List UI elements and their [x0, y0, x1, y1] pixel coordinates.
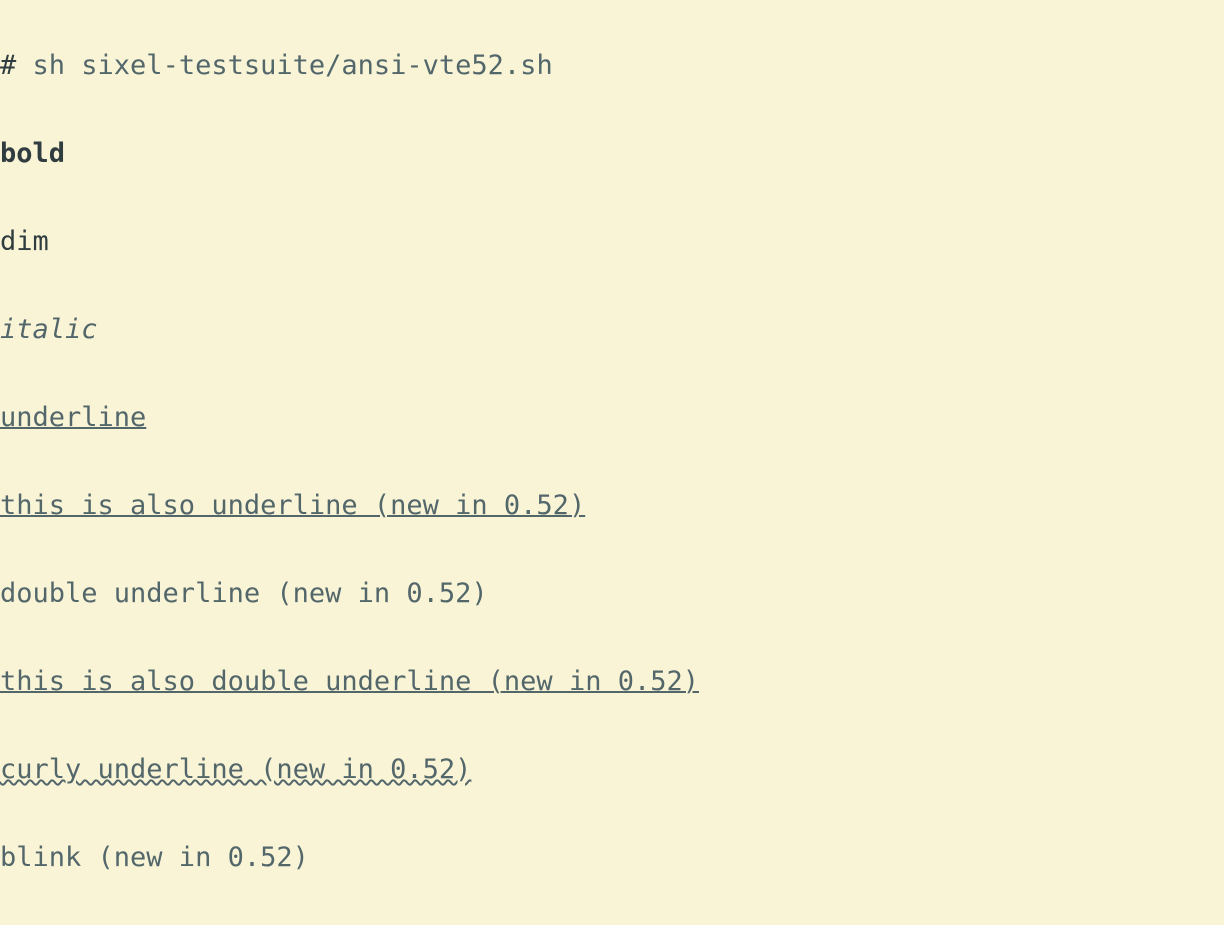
line-double-underline: double underline (new in 0.52): [0, 572, 1224, 616]
terminal-output: # sh sixel-testsuite/ansi-vte52.sh bold …: [0, 0, 1224, 925]
line-blink: blink (new in 0.52): [0, 836, 1224, 880]
line-bold: bold: [0, 132, 1224, 176]
also-double-underline-text: this is also double underline (new in 0.…: [0, 666, 699, 697]
line-curly-underline: curly underline (new in 0.52): [0, 748, 1224, 792]
line-italic: italic: [0, 308, 1224, 352]
line-also-underline: this is also underline (new in 0.52): [0, 484, 1224, 528]
command-text: sh sixel-testsuite/ansi-vte52.sh: [16, 50, 552, 81]
curly-underline-text: curly underline (new in 0.52): [0, 754, 471, 785]
also-underline-text: this is also underline (new in 0.52): [0, 490, 585, 521]
underline-text: underline: [0, 402, 146, 433]
prompt-hash: #: [0, 50, 16, 81]
command-line: # sh sixel-testsuite/ansi-vte52.sh: [0, 44, 1224, 88]
double-underline-text: double underline (new in 0.52): [0, 578, 488, 609]
line-dim: dim: [0, 220, 1224, 264]
line-underline: underline: [0, 396, 1224, 440]
line-also-double-underline: this is also double underline (new in 0.…: [0, 660, 1224, 704]
